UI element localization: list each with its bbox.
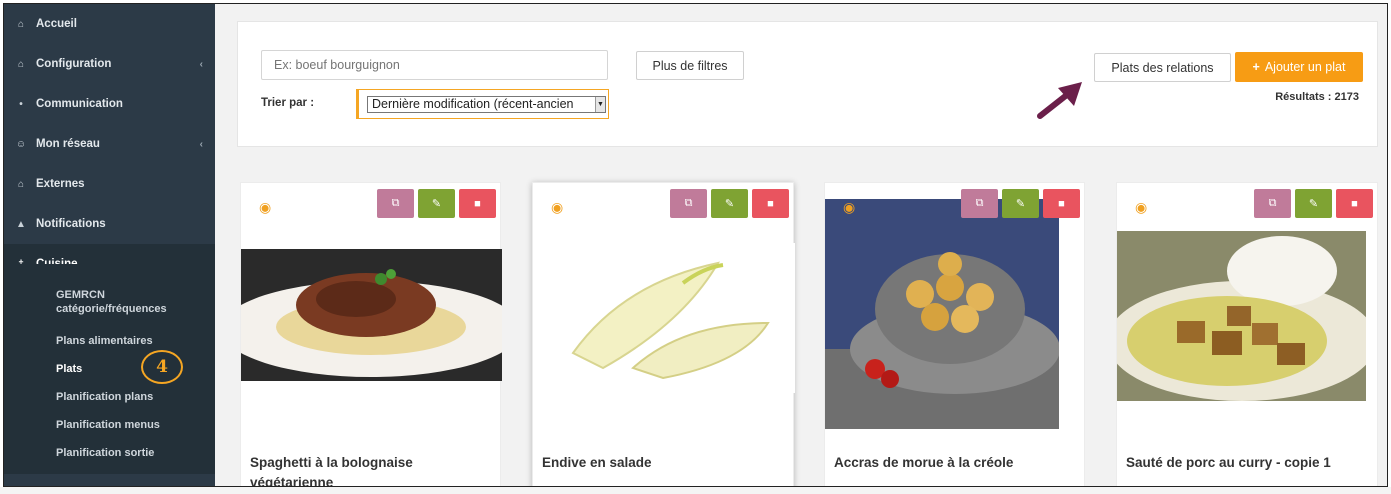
submenu-item-gemrcn[interactable]: GEMRCN catégorie/fréquences — [56, 288, 186, 316]
dish-card[interactable]: ◉ ⧉ ✎ ■ Sauté de porc au curry - copie 1 — [1116, 182, 1378, 486]
sort-select[interactable]: Dernière modification (récent-ancien ▼ — [356, 89, 609, 119]
app-frame: ⌂ Accueil ⌂ Configuration ‹ • Communicat… — [3, 3, 1388, 487]
sidebar-item-label: Configuration — [36, 58, 112, 70]
card-actions: ⧉ ✎ ■ — [670, 189, 789, 218]
eye-icon[interactable]: ◉ — [843, 199, 855, 216]
delete-button[interactable]: ■ — [1336, 189, 1373, 218]
delete-button[interactable]: ■ — [752, 189, 789, 218]
edit-button[interactable]: ✎ — [1295, 189, 1332, 218]
submenu-item-planification-plans[interactable]: Planification plans — [56, 390, 153, 404]
copy-icon: ⧉ — [391, 197, 400, 209]
eye-icon[interactable]: ◉ — [259, 199, 271, 216]
dish-image-pork-curry — [1117, 231, 1366, 401]
sidebar-item-externes[interactable]: ⌂ Externes — [4, 164, 215, 204]
edit-button[interactable]: ✎ — [711, 189, 748, 218]
dish-image-endive — [533, 243, 795, 393]
chevron-left-icon: ‹ — [199, 58, 203, 70]
dish-card[interactable]: ◉ ⧉ ✎ ■ Endive en salade — [532, 182, 795, 486]
sidebar-item-configuration[interactable]: ⌂ Configuration ‹ — [4, 44, 215, 84]
chat-icon: • — [19, 98, 23, 110]
add-dish-button[interactable]: + Ajouter un plat — [1235, 52, 1363, 82]
submenu-item-planification-sortie[interactable]: Planification sortie — [56, 446, 154, 460]
sort-label: Trier par : — [261, 97, 315, 109]
eye-icon[interactable]: ◉ — [1135, 199, 1147, 216]
card-actions: ⧉ ✎ ■ — [1254, 189, 1373, 218]
bell-icon: ▲ — [16, 218, 26, 230]
page-bottom-edge — [0, 487, 1391, 494]
sort-select-box[interactable]: Dernière modification (récent-ancien ▼ — [367, 96, 606, 113]
dish-card[interactable]: ◉ ⧉ ✎ ■ Spaghetti à la bolognaise végéta… — [240, 182, 502, 486]
pencil-icon: ✎ — [431, 198, 442, 210]
pencil-icon: ✎ — [1308, 198, 1319, 210]
sidebar-item-label: Mon réseau — [36, 138, 100, 150]
sidebar-item-communication[interactable]: • Communication — [4, 84, 215, 124]
dish-image-accras — [825, 199, 1059, 429]
sidebar-item-label: Accueil — [36, 18, 77, 30]
sidebar-item-label: Externes — [36, 178, 85, 190]
annotation-arrow-icon — [1037, 82, 1082, 119]
dish-title[interactable]: Spaghetti à la bolognaise végétarienne — [250, 453, 490, 486]
copy-icon: ⧉ — [1268, 197, 1277, 209]
home-icon: ⌂ — [17, 18, 25, 30]
copy-icon: ⧉ — [684, 197, 693, 209]
pencil-icon: ✎ — [1015, 198, 1026, 210]
card-actions: ⧉ ✎ ■ — [377, 189, 496, 218]
results-count: Résultats : 2173 — [1275, 91, 1359, 103]
trash-icon: ■ — [474, 197, 481, 210]
dish-title[interactable]: Endive en salade — [542, 453, 782, 473]
annotation-circle-badge: 4 — [141, 350, 183, 384]
submenu-item-planification-menus[interactable]: Planification menus — [56, 418, 160, 432]
submenu-item-plans-alimentaires[interactable]: Plans alimentaires — [56, 334, 153, 348]
cuisine-submenu: GEMRCN catégorie/fréquences Plans alimen… — [4, 264, 215, 474]
copy-icon: ⧉ — [975, 197, 984, 209]
sidebar-item-notifications[interactable]: ▲ Notifications — [4, 204, 215, 244]
edit-button[interactable]: ✎ — [1002, 189, 1039, 218]
more-filters-button[interactable]: Plus de filtres — [636, 51, 744, 80]
copy-button[interactable]: ⧉ — [1254, 189, 1291, 218]
trash-icon: ■ — [1058, 197, 1065, 210]
filter-panel: Plus de filtres Trier par : Dernière mod… — [237, 21, 1378, 147]
sidebar: ⌂ Accueil ⌂ Configuration ‹ • Communicat… — [4, 4, 215, 486]
sort-select-value: Dernière modification (récent-ancien — [372, 97, 574, 111]
add-dish-label: Ajouter un plat — [1264, 60, 1346, 74]
chevron-left-icon: ‹ — [199, 138, 203, 150]
sidebar-item-label: Communication — [36, 98, 123, 110]
plus-icon: + — [1252, 60, 1260, 74]
sidebar-item-accueil[interactable]: ⌂ Accueil — [4, 4, 215, 44]
search-input[interactable] — [261, 50, 608, 80]
dish-image-spaghetti — [241, 249, 502, 381]
submenu-item-plats[interactable]: Plats — [56, 362, 82, 376]
institution-icon: ⌂ — [17, 58, 25, 70]
delete-button[interactable]: ■ — [1043, 189, 1080, 218]
home-icon: ⌂ — [17, 178, 25, 190]
dish-title[interactable]: Accras de morue à la créole — [834, 453, 1074, 473]
trash-icon: ■ — [1351, 197, 1358, 210]
copy-button[interactable]: ⧉ — [377, 189, 414, 218]
copy-button[interactable]: ⧉ — [961, 189, 998, 218]
dish-title[interactable]: Sauté de porc au curry - copie 1 — [1126, 453, 1366, 473]
edit-button[interactable]: ✎ — [418, 189, 455, 218]
card-actions: ⧉ ✎ ■ — [961, 189, 1080, 218]
sidebar-item-label: Notifications — [36, 218, 106, 230]
related-dishes-button[interactable]: Plats des relations — [1094, 53, 1231, 82]
eye-icon[interactable]: ◉ — [551, 199, 563, 216]
dropdown-arrow-icon[interactable]: ▼ — [595, 97, 605, 112]
trash-icon: ■ — [767, 197, 774, 210]
delete-button[interactable]: ■ — [459, 189, 496, 218]
copy-button[interactable]: ⧉ — [670, 189, 707, 218]
pencil-icon: ✎ — [724, 198, 735, 210]
users-icon: ☺ — [15, 138, 27, 150]
dish-card[interactable]: ◉ ⧉ ✎ ■ Accras de morue à la créole — [824, 182, 1085, 486]
sidebar-item-mon-reseau[interactable]: ☺ Mon réseau ‹ — [4, 124, 215, 164]
